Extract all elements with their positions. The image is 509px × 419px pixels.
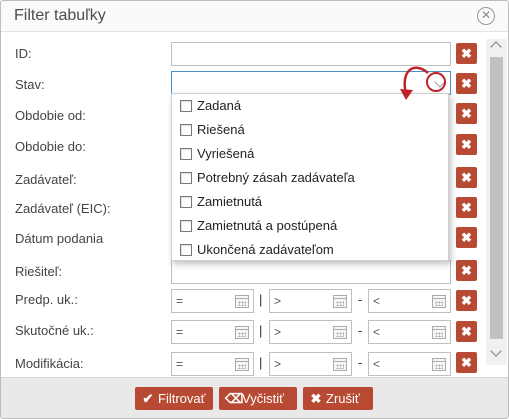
stav-dropdown: Zadaná Riešená Vyriešená Potrebný zásah … bbox=[171, 93, 449, 261]
calendar-icon[interactable] bbox=[333, 358, 347, 371]
checkbox[interactable] bbox=[180, 124, 192, 136]
chevron-down-icon[interactable] bbox=[490, 345, 502, 357]
zadavatel-label: Zadávateľ: bbox=[15, 172, 77, 187]
dialog-titlebar: Filter tabuľky ✕ bbox=[1, 1, 508, 32]
clear-id-button[interactable]: ✖ bbox=[456, 43, 477, 64]
zadavatel-eic-label: Zadávateľ (EIC): bbox=[15, 201, 111, 216]
skutocne-uk-from-input[interactable]: > bbox=[269, 320, 352, 344]
lt-prefix: < bbox=[373, 294, 381, 308]
clear-zadavatel-eic-button[interactable]: ✖ bbox=[456, 197, 477, 218]
predp-uk-label: Predp. uk.: bbox=[15, 292, 78, 307]
checkbox[interactable] bbox=[180, 100, 192, 112]
skutocne-uk-to-input[interactable]: < bbox=[368, 320, 451, 344]
eraser-icon: ⌫ bbox=[225, 391, 244, 406]
skutocne-uk-label: Skutočné uk.: bbox=[15, 323, 94, 338]
modifikacia-label: Modifikácia: bbox=[15, 356, 84, 371]
modifikacia-from-input[interactable]: > bbox=[269, 352, 352, 376]
checkbox[interactable] bbox=[180, 220, 192, 232]
clear-predp-uk-button[interactable]: ✖ bbox=[456, 290, 477, 311]
clear-riesitel-button[interactable]: ✖ bbox=[456, 260, 477, 281]
chevron-up-icon[interactable] bbox=[490, 41, 502, 53]
filter-dialog: Filter tabuľky ✕ ID: ✖ Stav: ✖ Obdobie o… bbox=[0, 0, 509, 419]
or-separator: | bbox=[259, 323, 263, 338]
calendar-icon[interactable] bbox=[333, 295, 347, 308]
riesitel-input[interactable] bbox=[171, 260, 451, 284]
clear-obdobie-od-button[interactable]: ✖ bbox=[456, 103, 477, 124]
range-separator: - bbox=[358, 355, 363, 370]
datum-podania-label: Dátum podania bbox=[15, 231, 104, 246]
calendar-icon[interactable] bbox=[235, 295, 249, 308]
stav-label: Stav: bbox=[15, 77, 45, 92]
chevron-down-icon[interactable] bbox=[434, 76, 446, 88]
riesitel-label: Riešiteľ: bbox=[15, 264, 63, 279]
range-separator: - bbox=[358, 292, 363, 307]
option-label: Ukončená zadávateľom bbox=[197, 242, 334, 257]
option-label: Potrebný zásah zadávateľa bbox=[197, 170, 355, 185]
calendar-icon[interactable] bbox=[432, 326, 446, 339]
lt-prefix: < bbox=[373, 325, 381, 339]
filter-button[interactable]: ✔ Filtrovať bbox=[135, 387, 213, 410]
eq-prefix: = bbox=[176, 294, 184, 308]
scrollbar[interactable] bbox=[486, 39, 507, 365]
calendar-icon[interactable] bbox=[432, 358, 446, 371]
calendar-icon[interactable] bbox=[235, 358, 249, 371]
clear-skutocne-uk-button[interactable]: ✖ bbox=[456, 321, 477, 342]
gt-prefix: > bbox=[274, 357, 282, 371]
checkbox[interactable] bbox=[180, 196, 192, 208]
id-label: ID: bbox=[15, 46, 32, 61]
eq-prefix: = bbox=[176, 357, 184, 371]
skutocne-uk-eq-input[interactable]: = bbox=[171, 320, 254, 344]
modifikacia-to-input[interactable]: < bbox=[368, 352, 451, 376]
option-label: Zamietnutá bbox=[197, 194, 263, 209]
close-icon[interactable]: ✕ bbox=[477, 7, 495, 25]
calendar-icon[interactable] bbox=[432, 295, 446, 308]
clear-stav-button[interactable]: ✖ bbox=[456, 73, 477, 94]
gt-prefix: > bbox=[274, 325, 282, 339]
clear-button[interactable]: ⌫Vyčistiť bbox=[219, 387, 297, 410]
scroll-thumb[interactable] bbox=[490, 57, 503, 339]
predp-uk-from-input[interactable]: > bbox=[269, 289, 352, 313]
cancel-button[interactable]: ✖ Zrušiť bbox=[303, 387, 373, 410]
lt-prefix: < bbox=[373, 357, 381, 371]
predp-uk-eq-input[interactable]: = bbox=[171, 289, 254, 313]
dialog-footer: ✔ Filtrovať ⌫Vyčistiť ✖ Zrušiť bbox=[1, 377, 508, 418]
dialog-title: Filter tabuľky bbox=[14, 7, 106, 24]
eq-prefix: = bbox=[176, 325, 184, 339]
clear-zadavatel-button[interactable]: ✖ bbox=[456, 167, 477, 188]
or-separator: | bbox=[259, 292, 263, 307]
calendar-icon[interactable] bbox=[235, 326, 249, 339]
checkbox[interactable] bbox=[180, 148, 192, 160]
checkbox[interactable] bbox=[180, 244, 192, 256]
option-label: Zadaná bbox=[197, 98, 242, 113]
id-input[interactable] bbox=[171, 42, 451, 66]
range-separator: - bbox=[358, 323, 363, 338]
option-label: Vyriešená bbox=[197, 146, 255, 161]
calendar-icon[interactable] bbox=[333, 326, 347, 339]
option-label: Zamietnutá a postúpená bbox=[197, 218, 338, 233]
checkmark-icon: ✔ bbox=[142, 391, 154, 406]
or-separator: | bbox=[259, 355, 263, 370]
gt-prefix: > bbox=[274, 294, 282, 308]
option-label: Riešená bbox=[197, 122, 245, 137]
obdobie-od-label: Obdobie od: bbox=[15, 108, 86, 123]
circle-x-icon: ✖ bbox=[310, 391, 322, 406]
clear-datum-podania-button[interactable]: ✖ bbox=[456, 227, 477, 248]
obdobie-do-label: Obdobie do: bbox=[15, 139, 86, 154]
modifikacia-eq-input[interactable]: = bbox=[171, 352, 254, 376]
clear-modifikacia-button[interactable]: ✖ bbox=[456, 352, 477, 373]
clear-button-label: Vyčistiť bbox=[242, 391, 284, 406]
cancel-button-label: Zrušiť bbox=[326, 391, 360, 406]
filter-button-label: Filtrovať bbox=[158, 391, 206, 406]
stav-select[interactable] bbox=[171, 71, 451, 95]
checkbox[interactable] bbox=[180, 172, 192, 184]
clear-obdobie-do-button[interactable]: ✖ bbox=[456, 134, 477, 155]
predp-uk-to-input[interactable]: < bbox=[368, 289, 451, 313]
